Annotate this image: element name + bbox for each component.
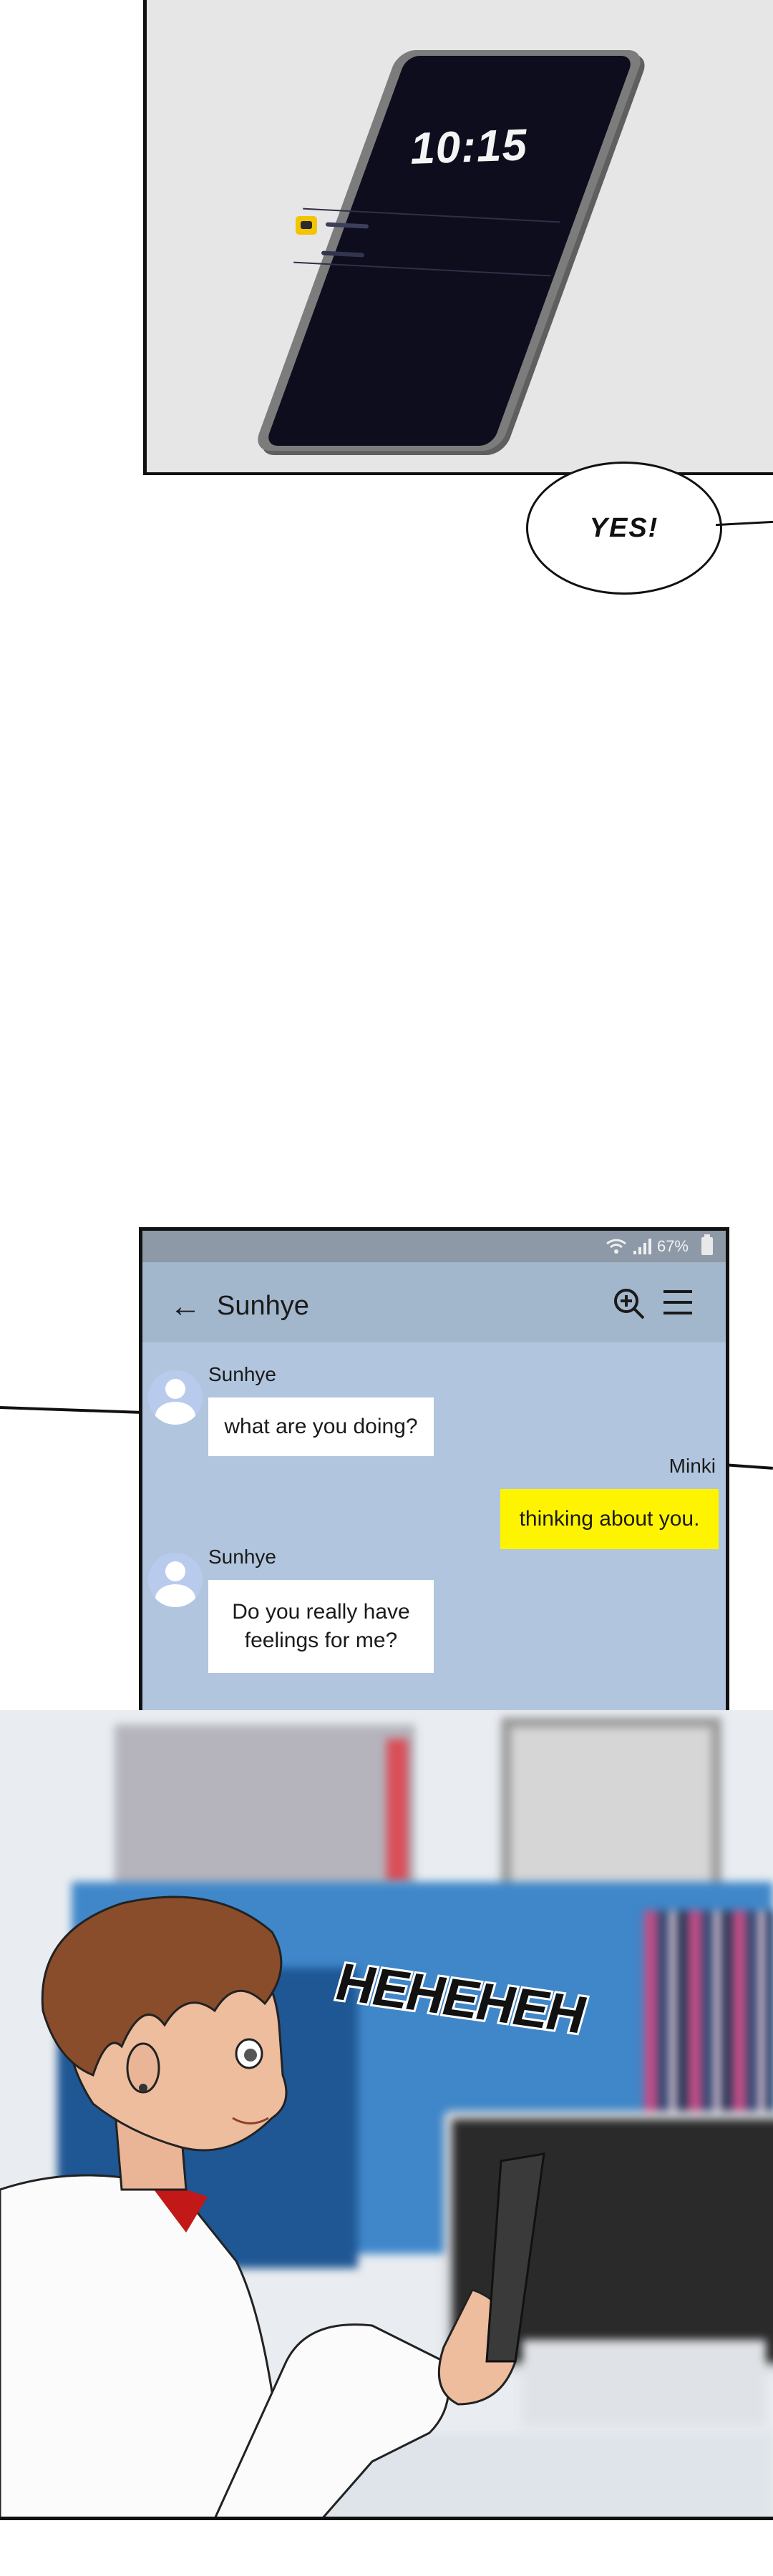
battery-icon (701, 1234, 713, 1255)
message-app-icon (296, 216, 317, 235)
binder (386, 1739, 408, 1882)
panel-border (715, 520, 773, 527)
signal-icon (633, 1239, 651, 1254)
picture-frame (501, 1717, 721, 1909)
lock-screen-time: 10:15 (409, 120, 528, 174)
outgoing-message[interactable]: thinking about you. (500, 1489, 719, 1549)
book-row (644, 1911, 773, 2140)
battery-percentage: 67% (656, 1237, 689, 1255)
chat-header: ← Sunhye (142, 1262, 726, 1342)
menu-icon[interactable] (663, 1290, 692, 1314)
incoming-message[interactable]: what are you doing? (208, 1397, 434, 1456)
messenger-screen: 67% ← Sunhye Sunhye what are you doing? … (139, 1227, 729, 1717)
avatar[interactable] (148, 1553, 203, 1607)
bookshelf (115, 1724, 415, 1889)
wifi-icon (606, 1239, 626, 1254)
zoom-in-icon[interactable] (612, 1287, 646, 1321)
message-sender: Sunhye (208, 1546, 276, 1568)
message-sender: Sunhye (208, 1363, 276, 1385)
phone-lock-screen (264, 56, 635, 446)
phone-panel: 10:15 (143, 0, 773, 475)
avatar[interactable] (148, 1370, 203, 1425)
incoming-message[interactable]: Do you really have feelings for me? (208, 1580, 434, 1673)
message-sender: Minki (669, 1455, 716, 1477)
chat-contact-name: Sunhye (217, 1291, 309, 1321)
back-arrow-icon[interactable]: ← (170, 1291, 201, 1322)
panel-border (0, 1406, 143, 1414)
status-bar: 67% (142, 1231, 726, 1262)
panel-border (0, 2517, 773, 2520)
speech-bubble-text: YES! (589, 512, 659, 543)
panel-border (722, 1463, 773, 1470)
status-indicators: 67% (606, 1237, 689, 1256)
speech-bubble: YES! (526, 462, 722, 595)
